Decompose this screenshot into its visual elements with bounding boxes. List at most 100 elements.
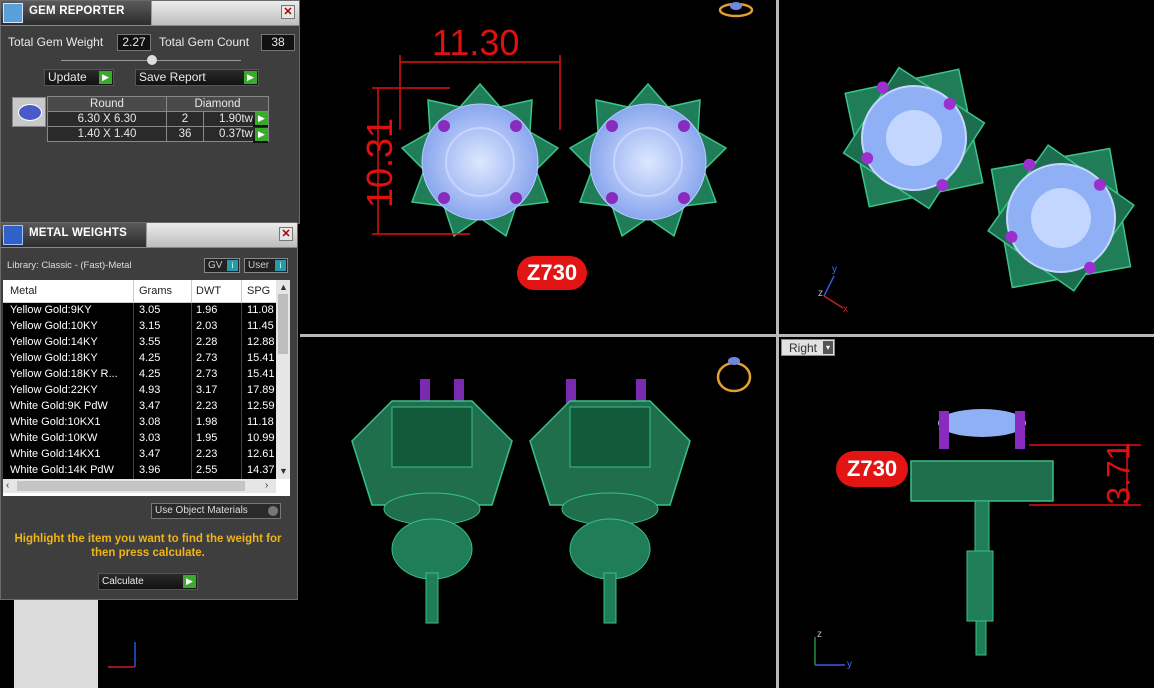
- metal-name: Yellow Gold:18KY R...: [10, 368, 118, 380]
- chevron-down-icon[interactable]: ▼: [279, 466, 288, 476]
- play-icon: ▶: [99, 71, 112, 84]
- grams-value: 3.05: [139, 304, 161, 316]
- radio-icon: [268, 506, 278, 516]
- gem-row-2-go-button[interactable]: ▶: [253, 128, 268, 143]
- grams-value: 4.25: [139, 368, 161, 380]
- chevron-up-icon[interactable]: ▲: [279, 282, 288, 292]
- spg-value: 12.61: [247, 448, 275, 460]
- axis-indicator-bottom-left: [108, 642, 136, 668]
- info-icon: i: [275, 260, 286, 271]
- viewport-bottom-left[interactable]: [300, 337, 776, 688]
- chevron-left-icon[interactable]: ‹: [6, 480, 9, 491]
- h-scroll-thumb[interactable]: [17, 481, 245, 491]
- metal-row[interactable]: Yellow Gold:22KY 4.93 3.17 17.89: [3, 383, 276, 400]
- gem-row-1-go-button[interactable]: ▶: [253, 112, 268, 127]
- gem-count: 2: [166, 111, 204, 127]
- grams-value: 4.25: [139, 352, 161, 364]
- metal-row[interactable]: Yellow Gold:9KY 3.05 1.96 11.08: [3, 303, 276, 320]
- spg-column-header[interactable]: SPG: [247, 285, 270, 297]
- dwt-column-header[interactable]: DWT: [196, 285, 221, 297]
- spg-value: 12.88: [247, 336, 275, 348]
- axis-z-label-right: z: [817, 629, 822, 640]
- ring-view-icon-bottom: [716, 357, 752, 393]
- ring-view-icon-top: [718, 2, 754, 18]
- user-label: User: [248, 260, 270, 271]
- calculate-button[interactable]: Calculate ▶: [98, 573, 198, 590]
- metal-row[interactable]: White Gold:9K PdW 3.47 2.23 12.59: [3, 399, 276, 416]
- gem-size: 6.30 X 6.30: [47, 111, 167, 127]
- metal-row[interactable]: Yellow Gold:18KY 4.25 2.73 15.41: [3, 351, 276, 368]
- axis-z-label: z: [818, 288, 823, 299]
- metal-row[interactable]: White Gold:14K PdW 3.96 2.55 14.37: [3, 463, 276, 479]
- gem-thumbnail: [12, 97, 46, 127]
- view-label: Right: [789, 341, 818, 355]
- horizontal-scrollbar[interactable]: ‹ ›: [3, 479, 276, 493]
- metal-name: White Gold:14K PdW: [10, 464, 114, 476]
- axis-indicator-top-right: [823, 275, 844, 309]
- spg-value: 12.59: [247, 400, 275, 412]
- dwt-value: 3.17: [196, 384, 218, 396]
- metal-row[interactable]: Yellow Gold:18KY R... 4.25 2.73 15.41: [3, 367, 276, 384]
- axis-indicator-right: [814, 637, 845, 666]
- metal-row[interactable]: White Gold:14KX1 3.47 2.23 12.61: [3, 447, 276, 464]
- gem-reporter-icon: [3, 3, 23, 23]
- earring-iso-view-drawing: [351, 357, 752, 624]
- metal-table-header: Metal Grams DWT SPG: [3, 280, 276, 303]
- vertical-scrollbar[interactable]: ▲ ▼: [276, 280, 290, 479]
- metal-row[interactable]: White Gold:10KX1 3.08 1.98 11.18: [3, 415, 276, 432]
- metal-name: White Gold:9K PdW: [10, 400, 108, 412]
- height-dimension-label: 10.31: [359, 117, 400, 209]
- use-object-materials-label: Use Object Materials: [155, 505, 248, 516]
- gem-shape-header: Round: [47, 96, 167, 112]
- grams-value: 3.47: [139, 400, 161, 412]
- info-icon: i: [227, 260, 238, 271]
- calculate-label: Calculate: [102, 576, 144, 587]
- background-panel-area: [14, 600, 98, 688]
- axis-y-label: y: [832, 264, 837, 275]
- metal-row[interactable]: Yellow Gold:10KY 3.15 2.03 11.45: [3, 319, 276, 336]
- dwt-value: 2.23: [196, 448, 218, 460]
- grams-column-header[interactable]: Grams: [139, 285, 172, 297]
- viewport-top[interactable]: 11.30 10.31 Z730: [300, 0, 776, 334]
- close-icon[interactable]: ✕: [281, 5, 295, 19]
- spg-value: 11.45: [247, 320, 274, 332]
- viewport-right[interactable]: Right ▾ Z730 3.71 z y: [779, 337, 1154, 688]
- viewport-divider-horizontal[interactable]: [300, 334, 1154, 337]
- view-label-dropdown[interactable]: Right ▾: [781, 339, 835, 356]
- play-icon: ▶: [183, 575, 196, 588]
- slider-handle[interactable]: [147, 55, 157, 65]
- gem-row[interactable]: 1.40 X 1.40 36 0.37tw: [47, 126, 269, 142]
- metal-column-header[interactable]: Metal: [10, 285, 37, 297]
- user-toggle[interactable]: User i: [244, 258, 288, 273]
- viewport-divider-vertical[interactable]: [776, 0, 779, 688]
- metal-weights-titlebar[interactable]: METAL WEIGHTS ✕: [1, 223, 297, 248]
- chevron-right-icon[interactable]: ›: [265, 480, 268, 491]
- metal-row[interactable]: White Gold:10KW 3.03 1.95 10.99: [3, 431, 276, 448]
- metal-name: White Gold:14KX1: [10, 448, 101, 460]
- gv-toggle[interactable]: GV i: [204, 258, 240, 273]
- update-label: Update: [48, 70, 87, 84]
- grams-value: 3.03: [139, 432, 161, 444]
- viewport-top-right[interactable]: y z x: [779, 0, 1154, 334]
- metal-name: White Gold:10KX1: [10, 416, 101, 428]
- update-button[interactable]: Update ▶: [44, 69, 114, 86]
- gem-reporter-title: GEM REPORTER: [29, 5, 125, 17]
- gem-count: 36: [166, 126, 204, 142]
- dwt-value: 1.98: [196, 416, 218, 428]
- gem-reporter-titlebar[interactable]: GEM REPORTER ✕: [1, 1, 299, 26]
- scroll-thumb[interactable]: [278, 294, 288, 354]
- use-object-materials-button[interactable]: Use Object Materials: [151, 503, 281, 519]
- gem-row[interactable]: 6.30 X 6.30 2 1.90tw: [47, 111, 269, 127]
- spg-value: 10.99: [247, 432, 275, 444]
- save-report-button[interactable]: Save Report ▶: [135, 69, 259, 86]
- metal-table[interactable]: Metal Grams DWT SPG Yellow Gold:9KY 3.05 1…: [3, 280, 290, 496]
- metal-weights-title: METAL WEIGHTS: [29, 227, 128, 239]
- spg-value: 15.41: [247, 352, 275, 364]
- metal-row[interactable]: Yellow Gold:14KY 3.55 2.28 12.88: [3, 335, 276, 352]
- dwt-value: 2.03: [196, 320, 218, 332]
- width-dimension-label: 11.30: [432, 22, 520, 63]
- total-gem-weight-label: Total Gem Weight: [8, 35, 104, 49]
- close-icon[interactable]: ✕: [279, 227, 293, 241]
- metal-name: Yellow Gold:18KY: [10, 352, 98, 364]
- gem-reporter-panel: GEM REPORTER ✕ Total Gem Weight 2.27 Tot…: [0, 0, 300, 224]
